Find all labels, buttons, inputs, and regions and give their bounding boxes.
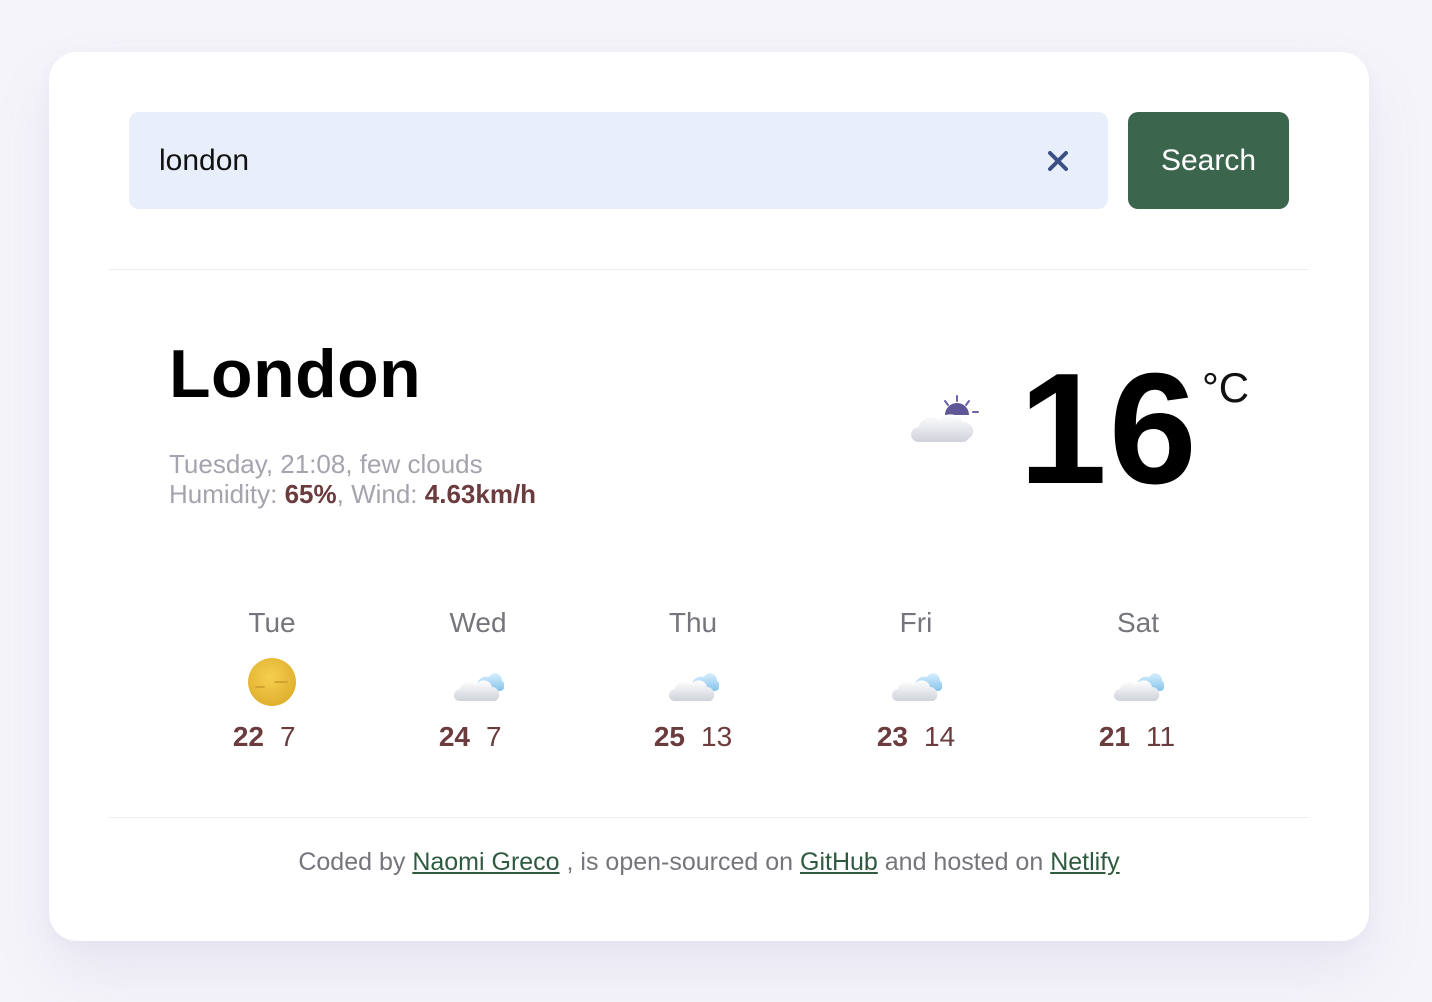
footer-middle-2: and hosted on xyxy=(877,848,1051,876)
forecast-max: 21 xyxy=(1098,721,1130,752)
clear-sky-icon xyxy=(248,658,296,706)
weather-details: Tuesday, 21:08, few clouds Humidity: 65%… xyxy=(169,449,536,509)
clouds-icon xyxy=(892,673,942,701)
forecast-day-name: Tue xyxy=(248,607,296,638)
forecast-temps: 22 7 xyxy=(182,721,362,753)
forecast-day-name: Thu xyxy=(668,607,718,638)
divider xyxy=(109,269,1309,270)
forecast-temps: 25 13 xyxy=(603,721,783,753)
forecast-day-name: Wed xyxy=(449,607,507,638)
forecast-day-thu: Thu 25 13 xyxy=(603,607,783,753)
forecast-day-fri: Fri 23 14 xyxy=(826,607,1006,753)
forecast-min: 7 xyxy=(486,721,502,752)
forecast-day-name: Fri xyxy=(899,607,933,638)
city-name: London xyxy=(169,336,422,412)
forecast-day-name: Sat xyxy=(1116,607,1160,638)
search-input[interactable] xyxy=(159,112,1019,209)
forecast-day-wed: Wed 24 7 xyxy=(388,607,568,753)
footer-prefix: Coded by xyxy=(298,848,413,876)
humidity-label: Humidity: xyxy=(169,479,285,509)
clouds-icon xyxy=(454,673,504,701)
forecast-max: 23 xyxy=(876,721,908,752)
search-field[interactable] xyxy=(129,112,1108,209)
forecast-temps: 24 7 xyxy=(388,721,568,753)
clouds-icon xyxy=(669,673,719,701)
weather-card: Search London Tuesday, 21:08, few clouds… xyxy=(49,52,1369,941)
forecast-min: 14 xyxy=(924,721,956,752)
forecast-min: 11 xyxy=(1146,721,1176,752)
footer-middle: , is open-sourced on xyxy=(559,848,800,876)
few-clouds-night-icon xyxy=(911,395,979,442)
humidity-value: 65% xyxy=(284,479,337,509)
forecast-max: 24 xyxy=(438,721,470,752)
author-link[interactable]: Naomi Greco xyxy=(412,848,559,876)
wind-label: , Wind: xyxy=(336,479,425,509)
forecast-max: 22 xyxy=(232,721,264,752)
clouds-icon xyxy=(1114,673,1164,701)
github-link[interactable]: GitHub xyxy=(800,848,878,876)
footer: Coded by Naomi Greco , is open-sourced o… xyxy=(49,848,1369,877)
current-temperature: 16 xyxy=(1019,341,1199,517)
divider xyxy=(109,817,1309,818)
forecast-temps: 23 14 xyxy=(826,721,1006,753)
forecast-min: 7 xyxy=(280,721,296,752)
forecast-day-tue: Tue 22 7 xyxy=(182,607,362,753)
forecast-max: 25 xyxy=(653,721,685,752)
temperature-unit: °C xyxy=(1202,364,1250,411)
date-description: Tuesday, 21:08, few clouds xyxy=(169,449,483,479)
close-icon[interactable] xyxy=(1043,146,1073,176)
wind-value: 4.63km/h xyxy=(424,479,537,509)
forecast-temps: 21 11 xyxy=(1048,721,1228,753)
forecast-day-sat: Sat 21 11 xyxy=(1048,607,1228,753)
netlify-link[interactable]: Netlify xyxy=(1050,848,1119,876)
forecast-min: 13 xyxy=(701,721,733,752)
search-button[interactable]: Search xyxy=(1128,112,1289,209)
humidity-wind-line: Humidity: 65%, Wind: 4.63km/h xyxy=(169,479,536,509)
